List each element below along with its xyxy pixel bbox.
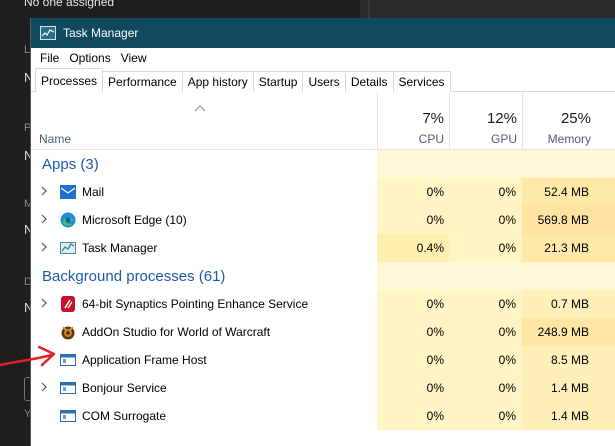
memory-value: 0.7 MB xyxy=(550,297,589,311)
process-row[interactable]: Bonjour Service 0% 0% 1.4 MB xyxy=(31,374,615,402)
chevron-right-icon[interactable] xyxy=(40,214,48,224)
memory-value: 569.8 MB xyxy=(537,213,589,227)
window-icon xyxy=(60,382,76,394)
group-header-background-processes[interactable]: Background processes (61) xyxy=(31,262,615,290)
background-assignee-text: No one assigned xyxy=(24,0,115,9)
window-title: Task Manager xyxy=(63,26,139,40)
memory-value: 21.3 MB xyxy=(544,241,589,255)
gpu-value: 0% xyxy=(498,353,516,367)
synaptics-icon xyxy=(61,296,75,312)
cpu-total-percent: 7% xyxy=(422,110,444,127)
window-icon xyxy=(60,410,76,422)
process-name: Mail xyxy=(82,185,105,199)
background-app-right-panel xyxy=(360,0,615,18)
column-divider[interactable] xyxy=(377,92,378,150)
title-bar[interactable]: Task Manager xyxy=(31,18,615,48)
process-row[interactable]: 64-bit Synaptics Pointing Enhance Servic… xyxy=(31,290,615,318)
cpu-value: 0% xyxy=(426,409,444,423)
process-name: Microsoft Edge (10) xyxy=(82,213,187,227)
gpu-value: 0% xyxy=(498,241,516,255)
process-name: 64-bit Synaptics Pointing Enhance Servic… xyxy=(82,297,309,311)
process-list: Apps (3) Mail 0% 0% 52.4 MB Microsoft Ed… xyxy=(31,150,615,430)
chevron-right-icon[interactable] xyxy=(40,298,48,308)
memory-value: 1.4 MB xyxy=(550,409,589,423)
tab-bar: Processes Performance App history Startu… xyxy=(31,68,615,92)
process-row[interactable]: AddOn Studio for World of Warcraft 0% 0%… xyxy=(31,318,615,346)
cpu-value: 0% xyxy=(426,353,444,367)
tab-app-history[interactable]: App history xyxy=(181,71,254,92)
gpu-total-percent: 12% xyxy=(486,110,517,127)
column-divider[interactable] xyxy=(522,92,523,150)
sort-ascending-icon[interactable] xyxy=(194,104,206,112)
column-divider[interactable] xyxy=(449,92,450,150)
group-title: Background processes (61) xyxy=(42,268,226,285)
memory-value: 52.4 MB xyxy=(544,185,589,199)
group-header-apps[interactable]: Apps (3) xyxy=(31,150,615,178)
chevron-right-icon[interactable] xyxy=(40,382,48,392)
memory-value: 248.9 MB xyxy=(537,325,589,339)
memory-value: 1.4 MB xyxy=(550,381,589,395)
menu-options[interactable]: Options xyxy=(64,51,115,65)
process-row[interactable]: COM Surrogate 0% 0% 1.4 MB xyxy=(31,402,615,430)
process-row[interactable]: Microsoft Edge (10) 0% 0% 569.8 MB xyxy=(31,206,615,234)
addon-studio-icon xyxy=(61,326,75,340)
cpu-value: 0% xyxy=(426,325,444,339)
column-memory[interactable]: Memory xyxy=(531,132,591,146)
chevron-right-icon[interactable] xyxy=(40,242,48,252)
mail-icon xyxy=(60,185,76,199)
process-name: COM Surrogate xyxy=(82,409,167,423)
gpu-value: 0% xyxy=(498,325,516,339)
process-name: Application Frame Host xyxy=(82,353,207,367)
tab-services[interactable]: Services xyxy=(392,71,451,92)
process-name: Bonjour Service xyxy=(82,381,167,395)
column-name[interactable]: Name xyxy=(39,132,71,146)
column-gpu[interactable]: GPU xyxy=(457,132,517,146)
task-manager-icon xyxy=(60,242,76,254)
gpu-value: 0% xyxy=(498,213,516,227)
tab-startup[interactable]: Startup xyxy=(252,71,304,92)
cpu-value: 0% xyxy=(426,185,444,199)
menu-view[interactable]: View xyxy=(116,51,152,65)
memory-total-percent: 25% xyxy=(560,110,591,127)
cpu-value: 0% xyxy=(426,213,444,227)
task-manager-app-icon xyxy=(40,26,56,40)
group-title: Apps (3) xyxy=(42,156,99,173)
gpu-value: 0% xyxy=(498,409,516,423)
edge-icon xyxy=(60,212,76,228)
gpu-value: 0% xyxy=(498,185,516,199)
column-cpu[interactable]: CPU xyxy=(384,132,444,146)
cpu-value: 0% xyxy=(426,297,444,311)
process-row[interactable]: Task Manager 0.4% 0% 21.3 MB xyxy=(31,234,615,262)
process-row[interactable]: Application Frame Host 0% 0% 8.5 MB xyxy=(31,346,615,374)
gpu-value: 0% xyxy=(498,297,516,311)
tab-processes[interactable]: Processes xyxy=(35,68,104,92)
memory-value: 8.5 MB xyxy=(550,353,589,367)
process-name: Task Manager xyxy=(82,241,158,255)
process-row[interactable]: Mail 0% 0% 52.4 MB xyxy=(31,178,615,206)
tab-performance[interactable]: Performance xyxy=(102,71,183,92)
cpu-value: 0.4% xyxy=(416,241,444,255)
menu-bar: File Options View xyxy=(31,48,615,68)
cpu-value: 0% xyxy=(426,381,444,395)
task-manager-window: Task Manager File Options View Processes… xyxy=(30,18,615,446)
menu-file[interactable]: File xyxy=(35,51,64,65)
gpu-value: 0% xyxy=(498,381,516,395)
chevron-right-icon[interactable] xyxy=(40,186,48,196)
tab-details[interactable]: Details xyxy=(344,71,394,92)
process-name: AddOn Studio for World of Warcraft xyxy=(82,325,271,339)
window-icon xyxy=(60,354,76,366)
tab-users[interactable]: Users xyxy=(302,71,346,92)
column-header: Name 7% CPU 12% GPU 25% Memory xyxy=(31,92,615,150)
